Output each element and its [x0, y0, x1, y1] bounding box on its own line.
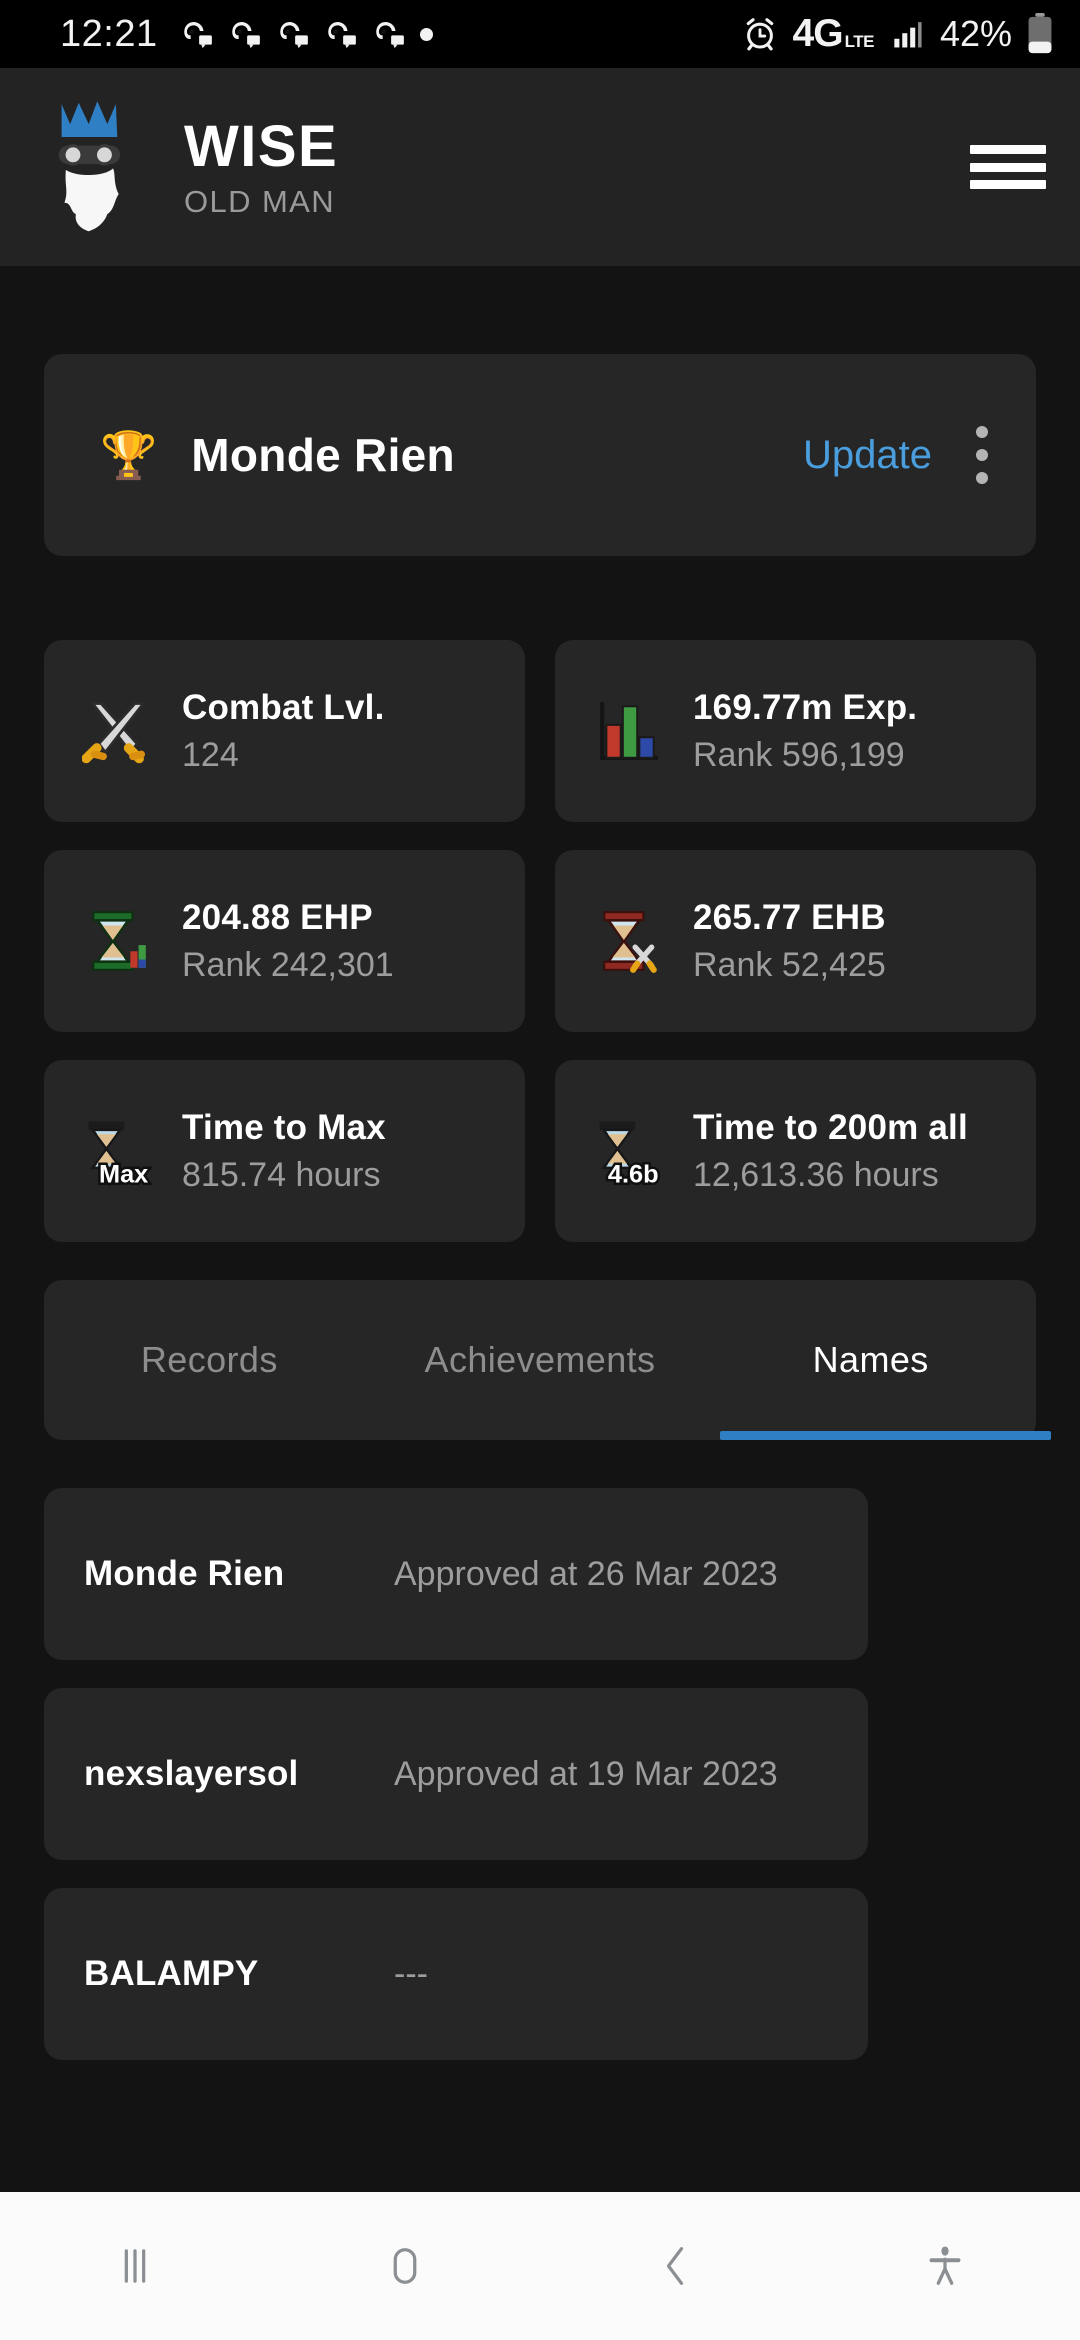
app-subtitle: OLD MAN — [184, 183, 336, 219]
stats-row: 204.88 EHP Rank 242,301 265.77 EHB Rank … — [44, 850, 1036, 1032]
stat-title: Time to Max — [182, 1107, 386, 1147]
name-value: Monde Rien — [84, 1554, 285, 1593]
name-approved-date: Approved at 19 Mar 2023 — [394, 1754, 778, 1793]
stat-title: 204.88 EHP — [182, 897, 373, 937]
hamburger-bar — [970, 162, 1046, 172]
home-button[interactable] — [270, 2192, 540, 2340]
stat-text-block: 169.77m Exp. Rank 596,199 — [693, 688, 917, 775]
stats-row: Max Time to Max 815.74 hours 4.6b Time t… — [44, 1060, 1036, 1242]
accessibility-icon — [929, 2246, 961, 2285]
hamburger-menu-icon[interactable] — [970, 139, 1046, 195]
stat-title: Combat Lvl. — [182, 687, 385, 727]
wise-old-man-logo-icon — [50, 97, 136, 237]
trophy-icon: 🏆 — [100, 429, 158, 481]
app-title: WISE — [184, 113, 339, 179]
stat-subtitle: Rank 52,425 — [693, 945, 886, 984]
stat-subtitle: Rank 242,301 — [182, 945, 394, 984]
hourglass-badge-label: Max — [99, 1161, 148, 1189]
stat-text-block: Time to 200m all 12,613.36 hours — [693, 1108, 968, 1195]
stat-card-time-to-max[interactable]: Max Time to Max 815.74 hours — [44, 1060, 525, 1242]
status-bar-notification-icons — [180, 17, 433, 51]
back-chevron-icon — [666, 2247, 684, 2285]
page-title: Monde Rien — [191, 429, 455, 481]
status-bar-right: 4G LTE 42% — [741, 12, 1054, 56]
app-title-block: WISE OLD MAN — [184, 113, 339, 219]
hamburger-bar — [970, 145, 1046, 154]
discord-icon — [279, 21, 308, 49]
stats-row: Combat Lvl. 124 169.77m Exp. Rank 596,19… — [44, 640, 1036, 822]
hourglass-max-icon: Max — [80, 1113, 156, 1190]
hourglass-200m-icon: 4.6b — [591, 1113, 667, 1190]
signal-bars-icon — [894, 22, 922, 48]
recents-icon — [124, 2249, 146, 2283]
hourglass-badge-label: 4.6b — [608, 1161, 659, 1189]
network-type-label: 4G — [792, 12, 844, 55]
list-item[interactable]: BALAMPY --- — [44, 1888, 868, 2060]
android-navigation-bar — [0, 2192, 1080, 2340]
back-button[interactable] — [540, 2192, 810, 2340]
stat-text-block: 265.77 EHB Rank 52,425 — [693, 898, 886, 985]
name-approved-date: --- — [394, 1954, 428, 1993]
stat-title: 265.77 EHB — [693, 897, 886, 937]
stat-text-block: 204.88 EHP Rank 242,301 — [182, 898, 394, 985]
stat-card-ehb[interactable]: 265.77 EHB Rank 52,425 — [555, 850, 1036, 1032]
discord-icon — [183, 21, 212, 49]
stat-card-time-to-200m-all[interactable]: 4.6b Time to 200m all 12,613.36 hours — [555, 1060, 1036, 1242]
tab-achievements[interactable]: Achievements — [375, 1280, 706, 1440]
discord-icon — [231, 21, 260, 49]
stat-subtitle: Rank 596,199 — [693, 735, 905, 774]
stat-subtitle: 12,613.36 hours — [693, 1155, 939, 1194]
stat-card-ehp[interactable]: 204.88 EHP Rank 242,301 — [44, 850, 525, 1032]
red-hourglass-icon — [591, 903, 667, 979]
kebab-dot — [976, 426, 988, 438]
kebab-dot — [976, 449, 988, 461]
status-bar-clock: 12:21 — [60, 12, 158, 55]
name-value: BALAMPY — [84, 1954, 259, 1993]
kebab-menu-icon[interactable] — [976, 426, 988, 484]
tab-records[interactable]: Records — [44, 1280, 375, 1440]
app-header: WISE OLD MAN — [0, 68, 1080, 266]
stat-card-combat-level[interactable]: Combat Lvl. 124 — [44, 640, 525, 822]
battery-percent-label: 42% — [939, 13, 1012, 54]
name-approved-date: Approved at 26 Mar 2023 — [394, 1554, 778, 1593]
accessibility-button[interactable] — [810, 2192, 1080, 2340]
stats-grid: Combat Lvl. 124 169.77m Exp. Rank 596,19… — [44, 640, 1036, 1270]
stat-title: Time to 200m all — [693, 1107, 968, 1147]
name-value: nexslayersol — [84, 1754, 299, 1793]
bar-chart-icon — [591, 693, 667, 769]
list-item[interactable]: nexslayersol Approved at 19 Mar 2023 — [44, 1688, 868, 1860]
network-sub-label: LTE — [844, 32, 875, 51]
tab-names[interactable]: Names — [705, 1280, 1051, 1440]
dot-icon — [419, 27, 433, 41]
name-history-list: Monde Rien Approved at 26 Mar 2023 nexsl… — [44, 1488, 868, 2088]
stat-subtitle: 124 — [182, 735, 239, 774]
home-icon — [393, 2248, 417, 2284]
main-content: 🏆 Monde Rien Update Combat Lvl. 124 169.… — [0, 266, 1080, 2192]
stat-text-block: Combat Lvl. 124 — [182, 688, 385, 775]
stat-title: 169.77m Exp. — [693, 687, 918, 727]
battery-icon — [1028, 13, 1052, 54]
discord-icon — [327, 21, 356, 49]
status-bar: 12:21 4G LTE 42% — [0, 0, 1080, 68]
kebab-dot — [976, 472, 988, 484]
alarm-icon — [746, 18, 773, 51]
player-header-card: 🏆 Monde Rien Update — [44, 354, 1036, 556]
update-button[interactable]: Update — [803, 433, 932, 478]
list-item[interactable]: Monde Rien Approved at 26 Mar 2023 — [44, 1488, 868, 1660]
tab-bar: Records Achievements Names — [44, 1280, 1051, 1440]
crossed-swords-icon — [80, 693, 156, 769]
discord-icon — [375, 21, 404, 49]
stat-card-experience[interactable]: 169.77m Exp. Rank 596,199 — [555, 640, 1036, 822]
stat-text-block: Time to Max 815.74 hours — [182, 1108, 386, 1195]
green-hourglass-icon — [80, 903, 156, 979]
recents-button[interactable] — [0, 2192, 270, 2340]
stat-subtitle: 815.74 hours — [182, 1155, 381, 1194]
phone-screen: 12:21 4G LTE 42% WISE OLD MAN 🏆 Monde Ri… — [0, 0, 1080, 2340]
hamburger-bar — [970, 180, 1046, 189]
